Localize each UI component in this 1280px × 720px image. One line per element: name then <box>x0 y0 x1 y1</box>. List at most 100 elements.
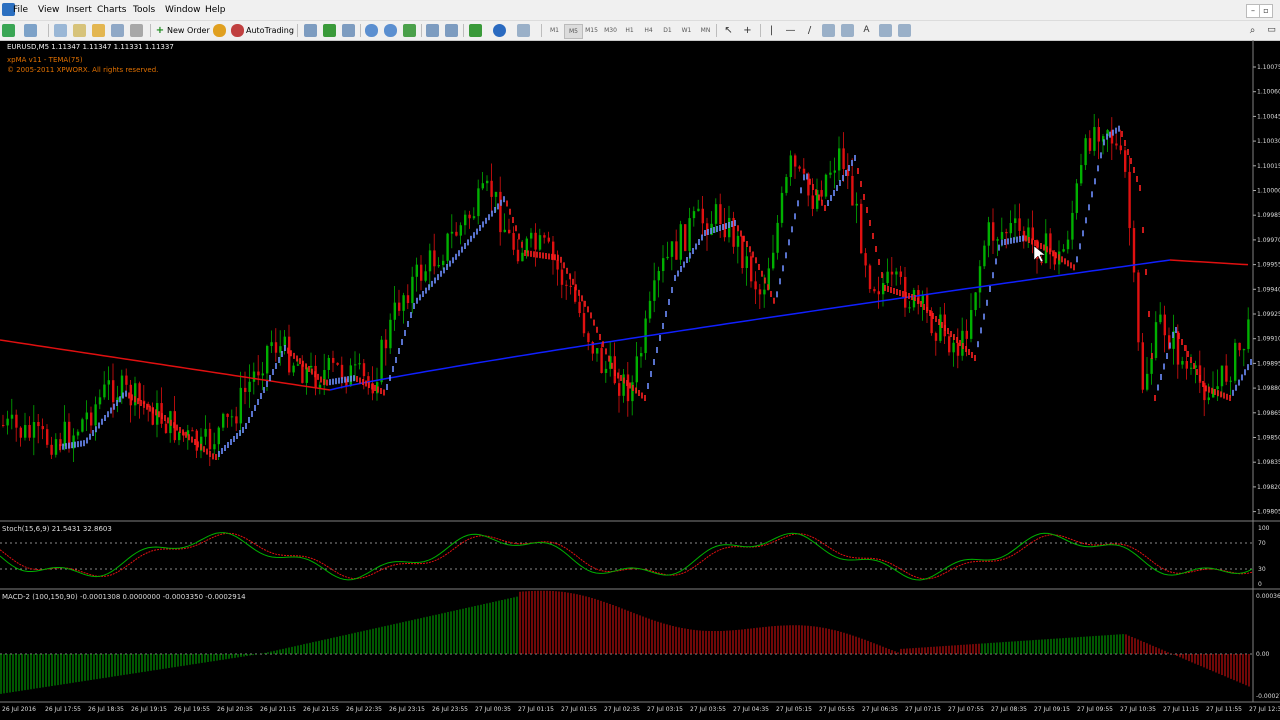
candle-body <box>992 222 995 241</box>
candle-body <box>380 339 383 383</box>
candle-body <box>701 208 704 224</box>
zoom-out-icon[interactable] <box>384 24 397 37</box>
candle-body <box>10 414 14 419</box>
menu-help[interactable]: Help <box>205 0 226 20</box>
timeframe-w1[interactable]: W1 <box>678 24 695 37</box>
profiles-icon[interactable] <box>24 24 37 37</box>
candle-body <box>802 168 806 174</box>
timeframe-d1[interactable]: D1 <box>659 24 676 37</box>
periods-icon[interactable] <box>493 24 506 37</box>
indicators-icon[interactable] <box>469 24 482 37</box>
auto-scroll-icon[interactable] <box>426 24 439 37</box>
macd-axis-label: 0.00 <box>1256 651 1270 658</box>
vertical-line-icon[interactable]: | <box>765 24 778 37</box>
strategy-tester-icon[interactable] <box>130 24 143 37</box>
terminal-icon[interactable] <box>111 24 124 37</box>
candle-body <box>948 336 951 353</box>
candle-body <box>415 264 418 277</box>
minimize-icon[interactable]: – <box>1246 4 1260 18</box>
trendline-icon[interactable]: / <box>803 24 816 37</box>
candle-body <box>772 252 775 269</box>
candle-body <box>358 363 361 365</box>
candle-body <box>820 190 823 197</box>
candlestick-icon[interactable] <box>323 24 336 37</box>
timeframe-mn[interactable]: MN <box>697 24 714 37</box>
candle-body <box>1181 361 1184 365</box>
fibonacci-icon[interactable] <box>841 24 854 37</box>
metaeditor-icon[interactable] <box>213 24 226 37</box>
candle-body <box>829 172 832 175</box>
timeframe-h4[interactable]: H4 <box>640 24 657 37</box>
candle-body <box>626 374 630 402</box>
candle-body <box>296 364 300 366</box>
timeframe-m1[interactable]: M1 <box>546 24 563 37</box>
text-label-icon[interactable] <box>879 24 892 37</box>
new-order-button[interactable]: New Order <box>167 24 210 37</box>
candle-body <box>1084 138 1087 166</box>
crosshair-icon[interactable]: + <box>741 24 754 37</box>
candle-body <box>974 292 977 311</box>
text-icon[interactable]: A <box>860 24 873 37</box>
autotrading-button[interactable]: AutoTrading <box>246 24 294 37</box>
time-axis-label: 26 Jul 18:35 <box>88 706 124 713</box>
data-window-icon[interactable] <box>73 24 86 37</box>
cursor-icon[interactable]: ↖ <box>722 24 735 37</box>
price-axis-label: 1.09835 <box>1257 459 1280 466</box>
menu-tools[interactable]: Tools <box>133 0 155 20</box>
candle-body <box>411 276 414 304</box>
chart-shift-icon[interactable] <box>445 24 458 37</box>
candle-body <box>1225 365 1228 382</box>
horizontal-line-icon[interactable]: — <box>784 24 797 37</box>
menu-insert[interactable]: Insert <box>66 0 92 20</box>
line-chart-icon[interactable] <box>342 24 355 37</box>
candle-body <box>780 192 784 223</box>
chat-icon[interactable]: ▭ <box>1265 24 1278 37</box>
market-watch-icon[interactable] <box>54 24 67 37</box>
bar-chart-icon[interactable] <box>304 24 317 37</box>
new-chart-icon[interactable] <box>2 24 15 37</box>
restore-icon[interactable]: ▫ <box>1259 4 1273 18</box>
tile-windows-icon[interactable] <box>403 24 416 37</box>
candle-body <box>230 416 234 418</box>
stoch-axis-label: 30 <box>1258 566 1266 573</box>
price-axis-label: 1.10075 <box>1257 64 1280 71</box>
equidistant-channel-icon[interactable] <box>822 24 835 37</box>
zoom-in-icon[interactable] <box>365 24 378 37</box>
candle-body <box>222 413 225 428</box>
price-axis-label: 1.09925 <box>1257 311 1280 318</box>
menu-window[interactable]: Window <box>165 0 201 20</box>
macd-axis-label: -0.00027 <box>1256 693 1280 700</box>
time-axis-label: 27 Jul 04:35 <box>733 706 769 713</box>
autotrading-icon[interactable] <box>231 24 244 37</box>
new-order-icon[interactable]: + <box>155 24 165 37</box>
candle-body <box>1005 232 1008 234</box>
templates-icon[interactable] <box>517 24 530 37</box>
time-axis-label: 26 Jul 22:35 <box>346 706 382 713</box>
price-chart-canvas[interactable]: 1.10075 1.10060 1.10045 1.10030 1.10015 1.100… <box>0 40 1280 720</box>
candle-body <box>838 148 841 171</box>
candle-body <box>886 271 889 284</box>
chart-area[interactable]: 1.10075 1.10060 1.10045 1.10030 1.10015 1.100… <box>0 40 1280 720</box>
candle-body <box>842 148 845 169</box>
candle-body <box>745 256 748 268</box>
menu-view[interactable]: View <box>38 0 59 20</box>
timeframe-m5[interactable]: M5 <box>564 24 583 39</box>
arrows-icon[interactable] <box>898 24 911 37</box>
timeframe-h1[interactable]: H1 <box>621 24 638 37</box>
candle-body <box>1154 322 1158 358</box>
menu-charts[interactable]: Charts <box>97 0 126 20</box>
candle-body <box>543 235 546 238</box>
timeframe-m15[interactable]: M15 <box>583 24 600 37</box>
candle-body <box>794 155 797 167</box>
candle-body <box>1216 386 1219 390</box>
candle-body <box>714 204 718 224</box>
menu-file[interactable]: File <box>13 0 28 20</box>
time-axis-label: 27 Jul 10:35 <box>1120 706 1156 713</box>
search-icon[interactable]: ⌕ <box>1246 24 1259 37</box>
timeframe-m30[interactable]: M30 <box>602 24 619 37</box>
candle-body <box>217 427 220 445</box>
candle-body <box>965 330 968 339</box>
candle-body <box>868 265 872 290</box>
candle-body <box>257 371 260 376</box>
navigator-icon[interactable] <box>92 24 105 37</box>
